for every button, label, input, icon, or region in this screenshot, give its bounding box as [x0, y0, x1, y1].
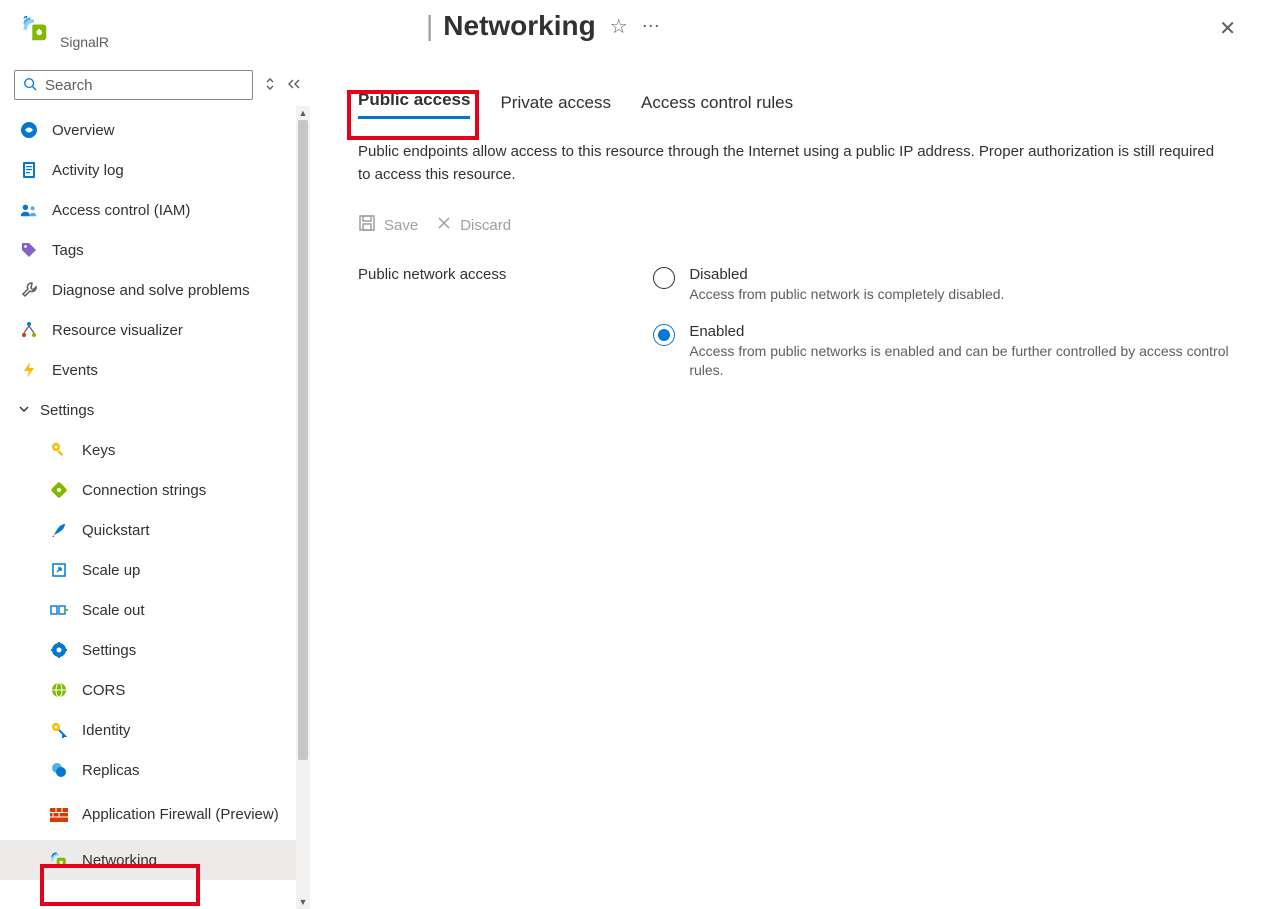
- brand-label: SignalR: [60, 34, 109, 50]
- scroll-up-icon[interactable]: ▲: [296, 106, 310, 120]
- scroll-down-icon[interactable]: ▼: [296, 895, 310, 909]
- sidebar-item-label: Activity log: [52, 162, 124, 179]
- sidebar-item-diagnose[interactable]: Diagnose and solve problems: [0, 270, 310, 310]
- overview-icon: [20, 121, 38, 139]
- sidebar-item-label: Settings: [82, 642, 136, 659]
- save-icon: [358, 214, 376, 236]
- sidebar-item-label: Networking: [82, 852, 157, 869]
- log-icon: [20, 161, 38, 179]
- tag-icon: [20, 241, 38, 259]
- people-icon: [20, 201, 38, 219]
- tab-description: Public endpoints allow access to this re…: [358, 141, 1228, 186]
- sidebar-item-activity-log[interactable]: Activity log: [0, 150, 310, 190]
- scaleout-icon: [50, 601, 68, 619]
- discard-icon: [436, 215, 452, 235]
- rocket-icon: [50, 521, 68, 539]
- sidebar-item-settings[interactable]: Settings: [0, 630, 310, 670]
- sidebar-item-overview[interactable]: Overview: [0, 110, 310, 150]
- close-button[interactable]: ✕: [1219, 16, 1236, 41]
- globe-icon: [50, 681, 68, 699]
- sidebar-item-label: Identity: [82, 722, 130, 739]
- networking-icon: [50, 851, 68, 869]
- radio-icon: [653, 324, 675, 346]
- discard-label: Discard: [460, 217, 511, 234]
- sidebar-item-label: Quickstart: [82, 522, 150, 539]
- gear-icon: [50, 641, 68, 659]
- search-input[interactable]: [45, 77, 244, 94]
- sidebar-item-label: Tags: [52, 242, 84, 259]
- signalr-icon: [20, 14, 48, 42]
- tab-bar: Public access Private access Access cont…: [358, 90, 1240, 119]
- radio-title: Disabled: [689, 266, 1004, 283]
- lightning-icon: [20, 361, 38, 379]
- brand: SignalR: [0, 0, 310, 70]
- wrench-icon: [20, 281, 38, 299]
- more-menu-icon[interactable]: ⋯: [642, 16, 661, 37]
- form-label-public-access: Public network access: [358, 266, 653, 381]
- sidebar-item-label: Application Firewall (Preview): [82, 805, 279, 825]
- sidebar-item-access-control[interactable]: Access control (IAM): [0, 190, 310, 230]
- sidebar-item-label: Overview: [52, 122, 115, 139]
- sidebar-item-firewall[interactable]: Application Firewall (Preview): [0, 790, 310, 840]
- sidebar-item-scale-out[interactable]: Scale out: [0, 590, 310, 630]
- collapse-sidebar-icon[interactable]: [287, 78, 301, 93]
- page-title-text: Networking: [443, 10, 595, 42]
- sidebar-item-label: Access control (IAM): [52, 202, 190, 219]
- sidebar-item-label: Scale out: [82, 602, 145, 619]
- sidebar-scrollbar[interactable]: ▲ ▼: [296, 106, 310, 909]
- sidebar-item-label: Replicas: [82, 762, 140, 779]
- radio-title: Enabled: [689, 323, 1240, 340]
- sidebar-item-replicas[interactable]: Replicas: [0, 750, 310, 790]
- sidebar-item-label: Scale up: [82, 562, 140, 579]
- search-icon: [23, 77, 37, 94]
- sidebar-item-label: Diagnose and solve problems: [52, 282, 250, 299]
- discard-button[interactable]: Discard: [436, 215, 511, 235]
- sidebar-item-label: CORS: [82, 682, 125, 699]
- radio-enabled[interactable]: Enabled Access from public networks is e…: [653, 323, 1240, 381]
- sidebar-group-settings[interactable]: Settings: [0, 390, 310, 430]
- radio-desc: Access from public network is completely…: [689, 285, 1004, 305]
- sidebar-item-scale-up[interactable]: Scale up: [0, 550, 310, 590]
- sidebar-item-networking[interactable]: Networking: [0, 840, 310, 880]
- search-box[interactable]: [14, 70, 253, 100]
- sidebar-group-label: Settings: [40, 402, 94, 419]
- main-panel: | Networking ☆ ⋯ ✕ Public access Private…: [310, 0, 1264, 909]
- radio-icon: [653, 267, 675, 289]
- page-title: | Networking: [426, 10, 596, 42]
- sidebar: SignalR: [0, 0, 310, 909]
- save-label: Save: [384, 217, 418, 234]
- sidebar-item-quickstart[interactable]: Quickstart: [0, 510, 310, 550]
- tab-public-access[interactable]: Public access: [358, 90, 470, 119]
- scaleup-icon: [50, 561, 68, 579]
- sidebar-item-keys[interactable]: Keys: [0, 430, 310, 470]
- save-button[interactable]: Save: [358, 214, 418, 236]
- connection-icon: [50, 481, 68, 499]
- sidebar-item-cors[interactable]: CORS: [0, 670, 310, 710]
- sidebar-item-tags[interactable]: Tags: [0, 230, 310, 270]
- sidebar-item-label: Connection strings: [82, 482, 206, 499]
- sidebar-item-label: Resource visualizer: [52, 322, 183, 339]
- radio-disabled[interactable]: Disabled Access from public network is c…: [653, 266, 1240, 305]
- network-icon: [20, 321, 38, 339]
- radio-desc: Access from public networks is enabled a…: [689, 342, 1240, 381]
- identity-icon: [50, 721, 68, 739]
- chevron-down-icon: [18, 402, 30, 419]
- sidebar-item-label: Keys: [82, 442, 115, 459]
- tab-access-control-rules[interactable]: Access control rules: [641, 93, 793, 119]
- sidebar-item-events[interactable]: Events: [0, 350, 310, 390]
- firewall-icon: [50, 806, 68, 824]
- sidebar-item-resource-visualizer[interactable]: Resource visualizer: [0, 310, 310, 350]
- scrollbar-thumb[interactable]: [298, 120, 308, 760]
- sidebar-item-connection-strings[interactable]: Connection strings: [0, 470, 310, 510]
- sidebar-item-label: Events: [52, 362, 98, 379]
- nav-list: Overview Activity log Access control (IA…: [0, 106, 310, 880]
- replicas-icon: [50, 761, 68, 779]
- favorite-star-icon[interactable]: ☆: [610, 14, 628, 39]
- expand-collapse-icon[interactable]: [261, 77, 279, 94]
- sidebar-item-identity[interactable]: Identity: [0, 710, 310, 750]
- key-icon: [50, 441, 68, 459]
- tab-private-access[interactable]: Private access: [500, 93, 611, 119]
